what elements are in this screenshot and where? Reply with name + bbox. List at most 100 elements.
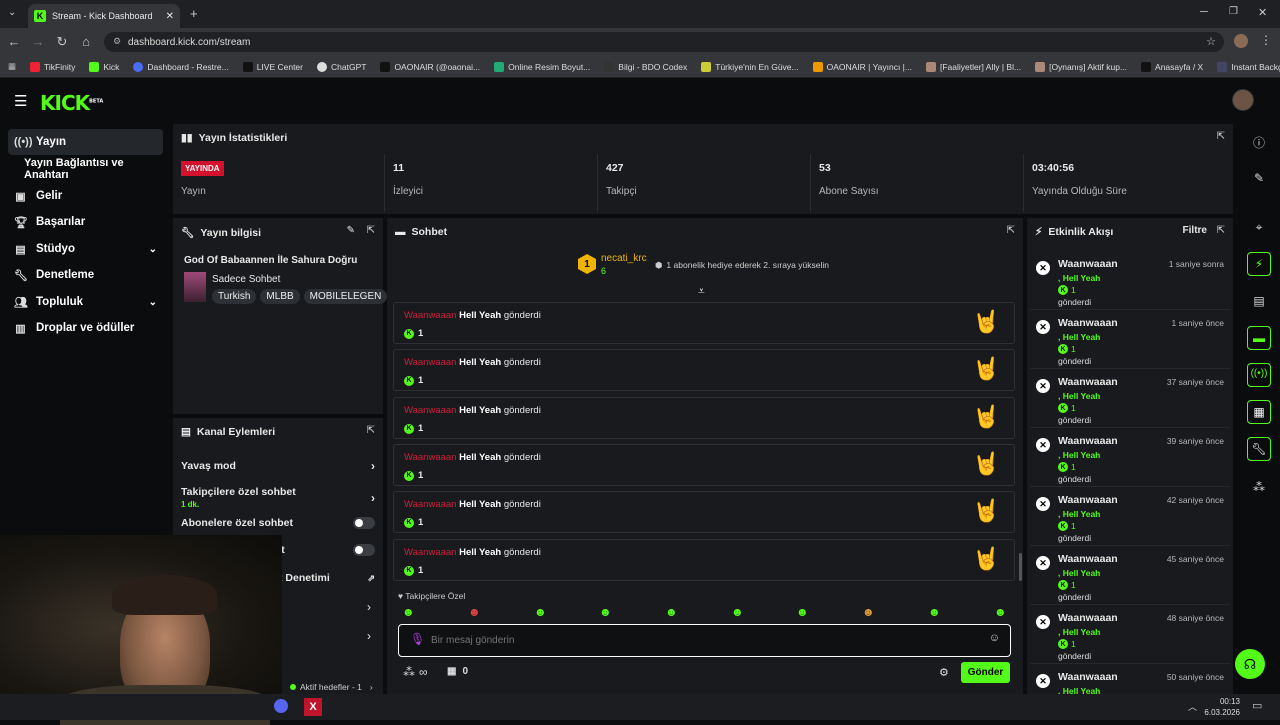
home-icon[interactable]: ⌂: [74, 34, 98, 49]
slow-mode-row[interactable]: Yavaş mod ›: [173, 453, 383, 479]
bookmark-item[interactable]: OAONAIR (@oaonai...: [373, 61, 487, 72]
tab-list-icon[interactable]: ⌄: [8, 7, 16, 18]
popout-icon[interactable]: ⇱: [1217, 225, 1225, 236]
emote-icon[interactable]: ☻: [468, 605, 481, 619]
minimize-icon[interactable]: ─: [1200, 6, 1208, 18]
bookmark-item[interactable]: [Oynanış] Aktif kup...: [1028, 61, 1134, 72]
app-taskbar-icon[interactable]: X: [304, 698, 322, 716]
edit-pencil-icon[interactable]: ✎: [347, 225, 355, 236]
window-close-icon[interactable]: ✕: [1258, 6, 1267, 19]
bookmark-item[interactable]: Anasayfa / X: [1134, 61, 1210, 72]
sidebar-item-denetleme[interactable]: 🔧︎ Denetleme: [8, 262, 163, 288]
sidebar-item-gelir[interactable]: ▣ Gelir: [8, 183, 163, 209]
bookmark-item[interactable]: [Faaliyetler] Ally | Bl...: [919, 61, 1028, 72]
emote-icon[interactable]: ☻: [402, 605, 415, 619]
emote-icon[interactable]: ☻: [665, 605, 678, 619]
browser-menu-icon[interactable]: ⋮: [1260, 33, 1272, 47]
sidebar-item-droplar[interactable]: ▥ Droplar ve ödüller: [8, 315, 163, 341]
tag-chip[interactable]: Turkish: [212, 289, 257, 304]
active-goals[interactable]: Aktif hedefler - 1 ›: [290, 682, 373, 692]
points-display[interactable]: ⁂ ∞: [403, 665, 428, 679]
event-username[interactable]: Waanwaaan: [1058, 671, 1118, 683]
emote-icon[interactable]: ☻: [994, 605, 1007, 619]
document-icon[interactable]: ▤: [1238, 294, 1280, 308]
popout-icon[interactable]: ⇱: [1217, 131, 1225, 142]
chat-username[interactable]: Waanwaaan: [404, 452, 456, 463]
bookmark-item[interactable]: Online Resim Boyut...: [487, 61, 597, 72]
emote-icon[interactable]: ☻: [928, 605, 941, 619]
chat-message[interactable]: Waanwaaan Hell Yeah gönderdi K 1 🤘: [393, 302, 1015, 344]
event-username[interactable]: Waanwaaan: [1058, 612, 1118, 624]
stack-icon[interactable]: ▦: [1238, 405, 1280, 419]
activity-event[interactable]: ✕ Waanwaaan 48 saniye önce , Hell Yeah K 1 gön…: [1030, 605, 1230, 664]
restore-icon[interactable]: ❐: [1229, 6, 1238, 17]
notification-icon[interactable]: ▭: [1252, 699, 1262, 712]
bookmark-star-icon[interactable]: ☆: [1206, 35, 1216, 48]
bookmark-item[interactable]: Türkiye'nin En Güve...: [694, 61, 805, 72]
chat-username[interactable]: Waanwaaan: [404, 405, 456, 416]
emote-only-toggle[interactable]: [353, 544, 375, 556]
chevron-right-icon[interactable]: ›: [367, 629, 371, 643]
user-avatar[interactable]: [1232, 89, 1254, 111]
chat-scrollbar[interactable]: [1019, 553, 1022, 581]
chat-message[interactable]: Waanwaaan Hell Yeah gönderdi K 1 🤘: [393, 444, 1015, 486]
bookmark-item[interactable]: Instant Background...: [1210, 61, 1280, 72]
microphone-icon[interactable]: 🎙︎: [410, 632, 425, 646]
bookmark-item[interactable]: Kick: [82, 61, 126, 72]
event-username[interactable]: Waanwaaan: [1058, 494, 1118, 506]
subscribers-only-toggle[interactable]: [353, 517, 375, 529]
activity-event[interactable]: ✕ Waanwaaan 39 saniye önce , Hell Yeah K 1 gön…: [1030, 428, 1230, 487]
tag-chip[interactable]: MOBILELEGEN: [303, 289, 388, 304]
url-field[interactable]: ⚙ dashboard.kick.com/stream ☆: [104, 32, 1224, 52]
emoji-picker-icon[interactable]: ☺: [989, 632, 1000, 644]
bookmark-item[interactable]: Bilgi - BDO Codex: [597, 61, 694, 72]
tag-chip[interactable]: MLBB: [260, 289, 300, 304]
chat-username[interactable]: Waanwaaan: [404, 547, 456, 558]
event-username[interactable]: Waanwaaan: [1058, 258, 1118, 270]
tray-chevron-icon[interactable]: ︿: [1188, 700, 1197, 713]
site-info-icon[interactable]: ⚙: [113, 36, 121, 47]
broadcast-icon[interactable]: ((•)): [1238, 368, 1280, 379]
apps-grid-icon[interactable]: ▦: [0, 61, 23, 72]
popout-icon[interactable]: ⇱: [367, 225, 375, 236]
new-tab-icon[interactable]: +: [190, 6, 198, 21]
info-icon[interactable]: ⓘ: [1238, 134, 1280, 151]
popout-icon[interactable]: ⇱: [1007, 225, 1015, 236]
chat-message-input[interactable]: [431, 631, 971, 649]
activity-event[interactable]: ✕ Waanwaaan 45 saniye önce , Hell Yeah K 1 gön…: [1030, 546, 1230, 605]
sidebar-item-basarilar[interactable]: 🏆︎ Başarılar: [8, 209, 163, 235]
emote-icon[interactable]: ☻: [534, 605, 547, 619]
back-icon[interactable]: ←: [2, 34, 26, 49]
activity-event[interactable]: ✕ Waanwaaan 42 saniye önce , Hell Yeah K 1 gön…: [1030, 487, 1230, 546]
forward-icon[interactable]: →: [26, 34, 50, 49]
chat-username[interactable]: Waanwaaan: [404, 310, 456, 321]
pinned-username[interactable]: necati_krc: [601, 253, 647, 264]
capture-icon[interactable]: ⌖: [1238, 220, 1280, 235]
bookmark-item[interactable]: LIVE Center: [236, 61, 310, 72]
reload-icon[interactable]: ↻: [50, 34, 74, 50]
emote-icon[interactable]: ☻: [599, 605, 612, 619]
support-headset-icon[interactable]: ☊: [1235, 649, 1265, 679]
filter-button[interactable]: Filtre: [1183, 225, 1207, 236]
emote-icon[interactable]: ☻: [862, 605, 875, 619]
chat-message[interactable]: Waanwaaan Hell Yeah gönderdi K 1 🤘: [393, 397, 1015, 439]
bookmark-item[interactable]: Dashboard - Restre...: [126, 61, 235, 72]
event-username[interactable]: Waanwaaan: [1058, 376, 1118, 388]
sidebar-item-yayin[interactable]: ((•)) Yayın: [8, 129, 163, 155]
activity-event[interactable]: ✕ Waanwaaan 37 saniye önce , Hell Yeah K 1 gön…: [1030, 369, 1230, 428]
chat-username[interactable]: Waanwaaan: [404, 357, 456, 368]
chat-message[interactable]: Waanwaaan Hell Yeah gönderdi K 1 🤘: [393, 491, 1015, 533]
points-icon[interactable]: ⁂: [1238, 480, 1280, 494]
bookmark-item[interactable]: OAONAIR | Yayıncı |...: [806, 61, 919, 72]
bookmark-item[interactable]: TikFinity: [23, 61, 82, 72]
sidebar-item-stream-key[interactable]: Yayın Bağlantısı ve Anahtarı: [8, 156, 163, 182]
edit-pencil-icon[interactable]: ✎: [1238, 171, 1280, 185]
chat-bubble-icon[interactable]: ▬: [1238, 331, 1280, 345]
gift-counter[interactable]: ▦ 0: [447, 666, 468, 677]
hamburger-menu-icon[interactable]: ☰: [14, 92, 27, 110]
chat-message[interactable]: Waanwaaan Hell Yeah gönderdi K 1 🤘: [393, 539, 1015, 581]
discord-taskbar-icon[interactable]: [274, 699, 288, 713]
emote-icon[interactable]: ☻: [731, 605, 744, 619]
followers-only-row[interactable]: Takipçilere özel sohbet 1 dk. ›: [173, 483, 383, 513]
chat-input-box[interactable]: 🎙︎ ☺: [398, 624, 1011, 657]
